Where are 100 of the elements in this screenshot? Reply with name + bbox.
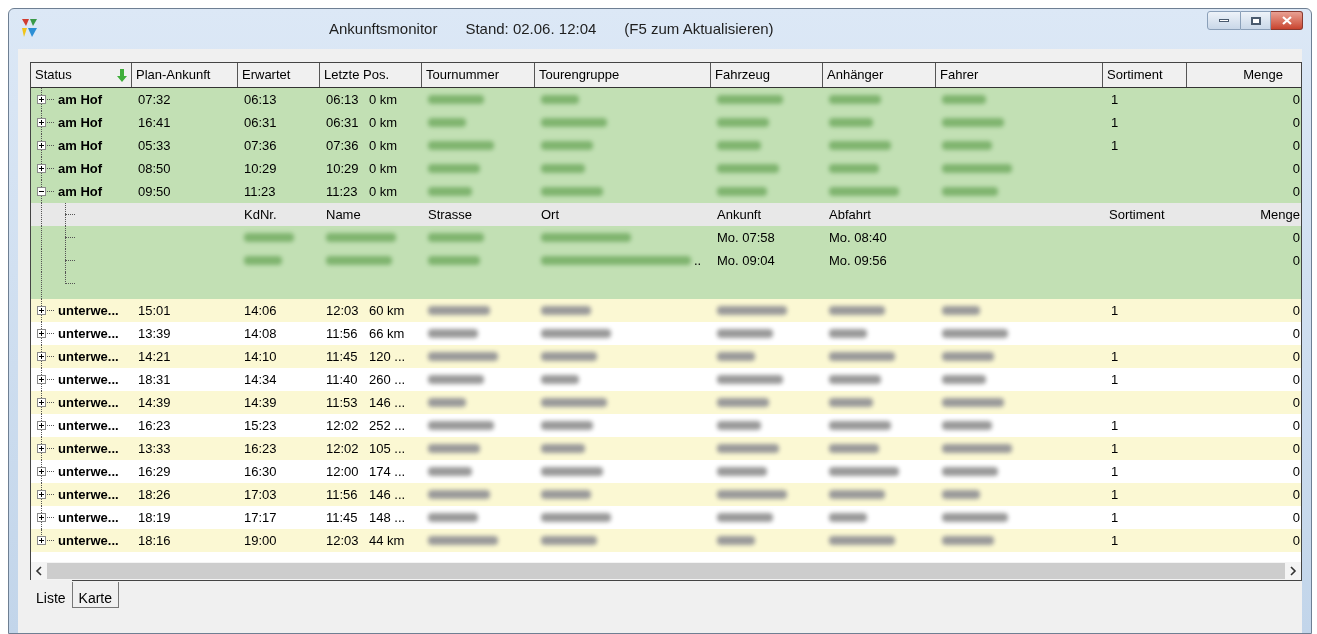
blurred-text — [829, 513, 867, 522]
table-row[interactable]: am Hof 05:33 07:36 07:36 0 km 1 0 — [31, 134, 1301, 157]
column-header[interactable]: Plan-Ankunft — [132, 63, 238, 87]
scroll-left-icon[interactable] — [35, 566, 43, 576]
table-cell-text: 19:00 — [244, 531, 277, 550]
table-cell-text: 15:23 — [244, 416, 277, 435]
expand-icon[interactable] — [37, 95, 46, 104]
column-header[interactable]: Letzte Pos. — [320, 63, 422, 87]
table-row[interactable]: unterwe... 14:39 14:39 11:53 146 ... 0 — [31, 391, 1301, 414]
collapse-icon[interactable] — [37, 187, 46, 196]
table-cell-text: 06:31 — [326, 113, 360, 132]
table-cell-text: 11:40 — [326, 370, 359, 389]
table-cell-text: 0 — [1292, 485, 1300, 504]
table-row[interactable]: unterwe... 14:21 14:10 11:45 120 ... 1 0 — [31, 345, 1301, 368]
table-row[interactable]: am Hof 16:41 06:31 06:31 0 km 1 0 — [31, 111, 1301, 134]
column-header[interactable]: Sortiment — [1103, 63, 1187, 87]
table-cell-text: 1 — [1110, 113, 1119, 132]
table-cell-text: Mo. 07:58 — [717, 228, 775, 247]
table-row[interactable]: am Hof 09:50 11:23 11:23 0 km 0 — [31, 180, 1301, 203]
table-row[interactable]: unterwe... 15:01 14:06 12:03 60 km 1 0 — [31, 299, 1301, 322]
table-cell-text: Mo. 09:04 — [717, 251, 775, 270]
blurred-text — [541, 164, 585, 173]
expand-icon[interactable] — [37, 536, 46, 545]
table-cell-text: 14:08 — [244, 324, 277, 343]
blurred-text — [829, 467, 899, 476]
table-cell-text: 11:56 — [326, 485, 359, 504]
close-button[interactable] — [1271, 11, 1303, 30]
table-cell-text: 16:29 — [138, 462, 171, 481]
table-cell-text: 0 — [1292, 416, 1300, 435]
column-header[interactable]: Tournummer — [422, 63, 535, 87]
blurred-text — [541, 306, 591, 315]
expand-icon[interactable] — [37, 375, 46, 384]
expand-icon[interactable] — [37, 141, 46, 150]
expand-icon[interactable] — [37, 118, 46, 127]
expand-icon[interactable] — [37, 467, 46, 476]
expand-icon[interactable] — [37, 164, 46, 173]
table-cell-text: 18:31 — [138, 370, 171, 389]
blurred-text — [428, 536, 498, 545]
maximize-button[interactable] — [1241, 11, 1271, 30]
expand-icon[interactable] — [37, 421, 46, 430]
table-cell-text: 14:34 — [244, 370, 277, 389]
table-cell-text: .. — [694, 251, 702, 270]
table-cell-text: 120 ... — [369, 347, 406, 366]
expand-icon[interactable] — [37, 444, 46, 453]
table-cell-text: 14:06 — [244, 301, 277, 320]
minimize-button[interactable] — [1207, 11, 1241, 30]
close-icon — [1281, 16, 1292, 25]
blurred-text — [541, 513, 611, 522]
blurred-text — [829, 187, 899, 196]
expand-icon[interactable] — [37, 490, 46, 499]
blurred-text — [541, 375, 579, 384]
table-cell-text: 0 — [1292, 508, 1300, 527]
status-text: unterwe... — [58, 347, 119, 366]
table-cell-text: 0 — [1292, 462, 1300, 481]
blurred-text — [942, 329, 1008, 338]
blurred-text — [717, 421, 761, 430]
column-header[interactable]: Status — [31, 63, 132, 87]
blurred-text — [541, 467, 603, 476]
blurred-text — [829, 352, 895, 361]
column-header[interactable]: Menge — [1187, 63, 1301, 87]
blurred-text — [717, 329, 773, 338]
refresh-hint: (F5 zum Aktualisieren) — [624, 18, 774, 39]
expand-icon[interactable] — [37, 329, 46, 338]
detail-column-header: Strasse — [428, 205, 473, 224]
blurred-text — [326, 256, 392, 265]
blurred-text — [428, 352, 498, 361]
table-row[interactable]: unterwe... 18:16 19:00 12:03 44 km 1 0 — [31, 529, 1301, 552]
table-cell-text: 0 — [1292, 324, 1300, 343]
table-cell-text: 07:36 — [244, 136, 277, 155]
column-header[interactable]: Tourengruppe — [535, 63, 711, 87]
table-cell-text: 12:02 — [326, 439, 360, 458]
table-row[interactable]: unterwe... 18:26 17:03 11:56 146 ... 1 0 — [31, 483, 1301, 506]
table-cell-text: 12:02 — [326, 416, 360, 435]
blurred-text — [244, 233, 294, 242]
status-text: unterwe... — [58, 324, 119, 343]
blurred-text — [942, 375, 986, 384]
expand-icon[interactable] — [37, 513, 46, 522]
expand-icon[interactable] — [37, 306, 46, 315]
table-cell-text: 146 ... — [369, 393, 406, 412]
scroll-right-icon[interactable] — [1289, 566, 1297, 576]
blurred-text — [829, 444, 879, 453]
table-row[interactable]: unterwe... 13:33 16:23 12:02 105 ... 1 0 — [31, 437, 1301, 460]
column-header[interactable]: Anhänger — [823, 63, 936, 87]
table-cell-text: 44 km — [369, 531, 405, 550]
column-header[interactable]: Fahrer — [936, 63, 1103, 87]
blurred-text — [829, 329, 867, 338]
blurred-text — [717, 95, 783, 104]
column-header[interactable]: Fahrzeug — [711, 63, 823, 87]
expand-icon[interactable] — [37, 352, 46, 361]
expand-icon[interactable] — [37, 398, 46, 407]
tab[interactable]: Karte — [71, 582, 120, 608]
table-row[interactable]: am Hof 07:32 06:13 06:13 0 km 1 0 — [31, 88, 1301, 111]
blurred-text — [942, 352, 994, 361]
status-text: unterwe... — [58, 439, 119, 458]
blurred-text — [942, 187, 998, 196]
column-header[interactable]: Erwartet — [238, 63, 320, 87]
table-row[interactable]: am Hof 08:50 10:29 10:29 0 km 0 — [31, 157, 1301, 180]
table-cell-text: 07:36 — [326, 136, 360, 155]
table-cell-text: 146 ... — [369, 485, 406, 504]
blurred-text — [829, 536, 895, 545]
